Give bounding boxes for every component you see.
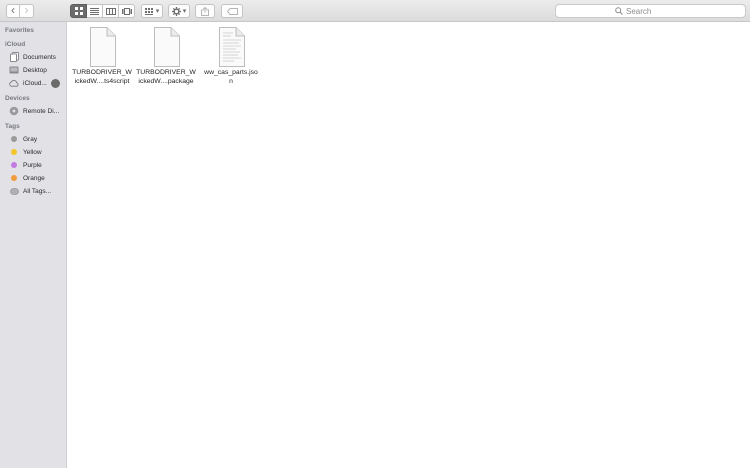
search-input[interactable]: [626, 6, 686, 16]
file-name: TURBODRIVER_W ickedW....package: [136, 69, 196, 85]
sync-progress-icon: [50, 78, 60, 88]
file-item[interactable]: TURBODRIVER_W ickedW....package: [134, 27, 198, 86]
sidebar-item-label: Documents: [23, 53, 56, 61]
grid-group-icon: [144, 7, 153, 15]
gallery-view-icon: [121, 7, 132, 15]
file-item[interactable]: TURBODRIVER_W ickedW....ts4script: [70, 27, 134, 86]
tag-dot-icon: [11, 136, 17, 142]
tag-dot-icon: [11, 162, 17, 168]
sidebar-item-label: Orange: [23, 174, 45, 182]
disc-icon: [9, 106, 19, 116]
list-view-button[interactable]: [87, 4, 103, 18]
sidebar-section-icloud: iCloud: [5, 41, 26, 48]
sidebar-item-label: Yellow: [23, 148, 42, 156]
search-icon: [615, 7, 623, 15]
blank-document-icon: [154, 27, 180, 67]
chevron-down-icon: ▾: [182, 7, 187, 15]
tag-dot-icon: [11, 149, 17, 155]
toolbar: ‹ › ▾ ▾: [0, 0, 750, 22]
column-view-button[interactable]: [103, 4, 119, 18]
sidebar-item-label: Purple: [23, 161, 42, 169]
sidebar-item-tag-yellow[interactable]: Yellow: [9, 146, 65, 158]
tag-dot-icon: [11, 175, 17, 181]
chevron-right-icon: ›: [24, 3, 29, 17]
sidebar-item-documents[interactable]: Documents: [9, 51, 65, 63]
search-field[interactable]: [555, 4, 746, 18]
file-browser-content[interactable]: TURBODRIVER_W ickedW....ts4script TURBOD…: [67, 22, 750, 468]
sidebar-item-remote-disc[interactable]: Remote Di...: [9, 105, 65, 117]
file-name: TURBODRIVER_W ickedW....ts4script: [72, 69, 132, 85]
gear-icon: [171, 6, 181, 16]
file-name: ww_cas_parts.jso n: [204, 69, 258, 85]
sidebar-item-tag-gray[interactable]: Gray: [9, 133, 65, 145]
blank-document-icon: [90, 27, 116, 67]
share-icon: [201, 6, 209, 16]
sidebar: Favorites iCloud Documents Desktop iClou…: [0, 22, 67, 468]
tag-icon: [226, 7, 238, 15]
sidebar-section-tags: Tags: [5, 123, 20, 130]
back-button[interactable]: ‹: [6, 4, 20, 18]
all-tags-icon: [9, 186, 19, 196]
forward-button[interactable]: ›: [20, 4, 34, 18]
list-view-icon: [90, 7, 99, 15]
cloud-icon: [9, 78, 19, 88]
share-button[interactable]: [195, 4, 215, 18]
icon-view-icon: [74, 7, 83, 15]
sidebar-item-label: All Tags...: [23, 187, 52, 195]
sidebar-item-label: Remote Di...: [23, 107, 60, 115]
sidebar-section-devices: Devices: [5, 95, 30, 102]
text-document-icon: [219, 27, 245, 67]
sidebar-section-favorites: Favorites: [5, 27, 34, 34]
documents-icon: [9, 52, 19, 62]
sidebar-item-label: Gray: [23, 135, 38, 143]
action-menu-button[interactable]: ▾: [168, 4, 190, 18]
sidebar-item-tag-purple[interactable]: Purple: [9, 159, 65, 171]
file-item[interactable]: ww_cas_parts.jso n: [199, 27, 263, 86]
chevron-left-icon: ‹: [11, 3, 15, 17]
sidebar-item-label: iCloud...: [23, 79, 47, 87]
column-view-icon: [105, 7, 116, 15]
gallery-view-button[interactable]: [119, 4, 135, 18]
sidebar-item-all-tags[interactable]: All Tags...: [9, 185, 65, 197]
icon-view-button[interactable]: [70, 4, 87, 18]
group-by-button[interactable]: ▾: [141, 4, 163, 18]
chevron-down-icon: ▾: [155, 7, 160, 15]
sidebar-item-label: Desktop: [23, 66, 47, 74]
sidebar-item-tag-orange[interactable]: Orange: [9, 172, 65, 184]
sidebar-item-icloud-drive[interactable]: iCloud...: [9, 77, 65, 89]
desktop-icon: [9, 65, 19, 75]
sidebar-item-desktop[interactable]: Desktop: [9, 64, 65, 76]
edit-tags-button[interactable]: [221, 4, 243, 18]
